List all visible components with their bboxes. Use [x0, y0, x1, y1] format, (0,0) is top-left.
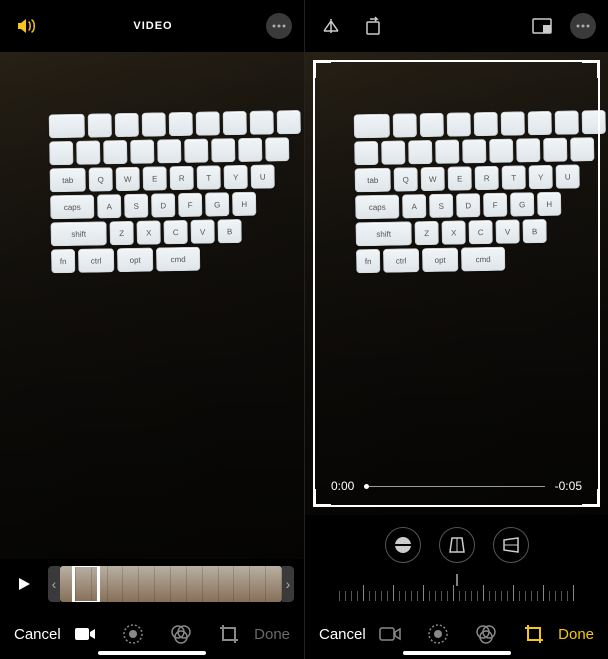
sound-icon[interactable]	[12, 12, 40, 40]
rotation-ruler[interactable]	[305, 575, 608, 609]
timecode-remaining: -0:05	[555, 479, 582, 493]
timecode-row: 0:00 -0:05	[331, 479, 582, 493]
trim-playhead[interactable]	[72, 566, 100, 602]
topbar: VIDEO	[0, 0, 304, 52]
crop-overlay[interactable]: 0:00 -0:05	[313, 60, 600, 507]
aspect-ratio-icon[interactable]	[528, 12, 556, 40]
video-tab-icon[interactable]	[73, 622, 97, 646]
filters-tab-icon[interactable]	[169, 622, 193, 646]
crop-preview[interactable]: tabQWERTYU capsASDFGH shiftZXCVB fnctrlo…	[305, 52, 608, 515]
crop-handle-tr[interactable]	[582, 60, 600, 78]
topbar	[305, 0, 608, 52]
horizontal-perspective-button[interactable]	[493, 527, 529, 563]
trimmer: ‹ ›	[0, 559, 304, 609]
done-button[interactable]: Done	[558, 626, 594, 643]
straighten-button[interactable]	[385, 527, 421, 563]
crop-tab-icon[interactable]	[522, 622, 546, 646]
adjust-tab-icon[interactable]	[426, 622, 450, 646]
ruler-playhead[interactable]	[456, 574, 457, 586]
crop-handle-br[interactable]	[582, 489, 600, 507]
adjust-tab-icon[interactable]	[121, 622, 145, 646]
video-tab-icon[interactable]	[378, 622, 402, 646]
trimmer-track[interactable]: ‹ ›	[48, 566, 294, 602]
more-icon[interactable]	[266, 13, 292, 39]
home-indicator[interactable]	[403, 651, 511, 655]
preview-image: tabQWERTYU capsASDFGH shiftZXCVB fnctrlo…	[0, 52, 304, 559]
trim-handle-left[interactable]: ‹	[48, 566, 60, 602]
filters-tab-icon[interactable]	[474, 622, 498, 646]
crop-adjust-segment	[305, 515, 608, 575]
done-button[interactable]: Done	[254, 626, 290, 643]
flip-rotate-icon[interactable]	[317, 12, 345, 40]
video-edit-screen: VIDEO tabQWERTYU capsASDFGH shiftZXCVB f…	[0, 0, 304, 659]
video-preview: tabQWERTYU capsASDFGH shiftZXCVB fnctrlo…	[0, 52, 304, 559]
crop-handle-bl[interactable]	[313, 489, 331, 507]
crop-handle-tl[interactable]	[313, 60, 331, 78]
crop-tab-icon[interactable]	[217, 622, 241, 646]
trim-handle-right[interactable]: ›	[282, 566, 294, 602]
video-progress[interactable]	[364, 486, 544, 487]
play-button[interactable]	[10, 570, 38, 598]
rotate-icon[interactable]	[359, 12, 387, 40]
more-icon[interactable]	[570, 13, 596, 39]
home-indicator[interactable]	[98, 651, 206, 655]
crop-edit-screen: tabQWERTYU capsASDFGH shiftZXCVB fnctrlo…	[304, 0, 608, 659]
cancel-button[interactable]: Cancel	[14, 626, 61, 643]
cancel-button[interactable]: Cancel	[319, 626, 366, 643]
timecode-current: 0:00	[331, 479, 354, 493]
mode-title: VIDEO	[133, 20, 172, 32]
vertical-perspective-button[interactable]	[439, 527, 475, 563]
